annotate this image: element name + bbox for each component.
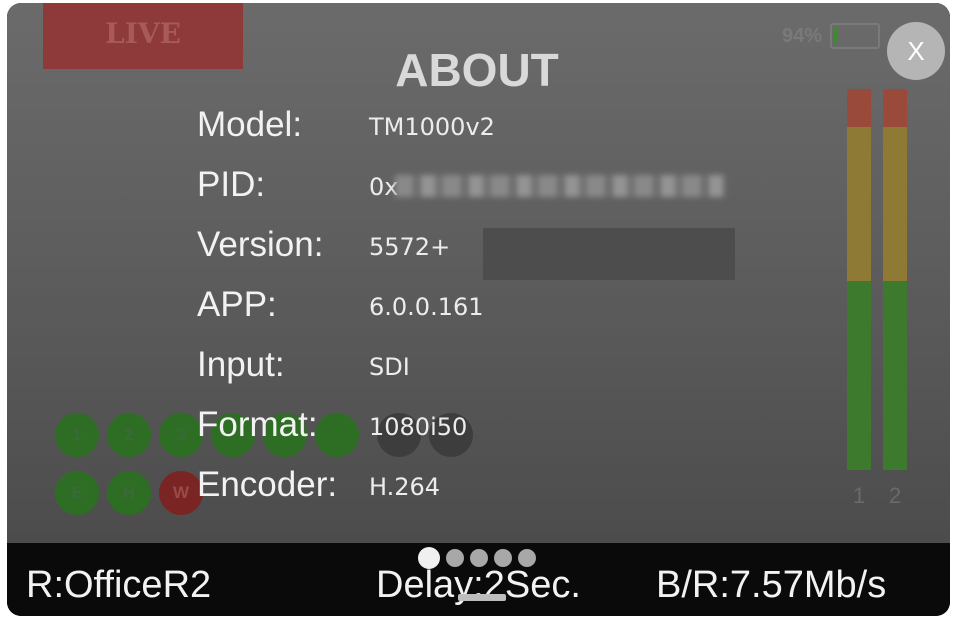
info-label: Encoder: bbox=[197, 465, 338, 504]
info-value: 0x bbox=[369, 173, 725, 201]
close-button[interactable]: X bbox=[887, 22, 945, 80]
channel-chip-6[interactable] bbox=[315, 413, 359, 457]
live-screen: LIVE 94% 1 2 1 2 3 E H W X ABOUT Model: bbox=[7, 3, 950, 543]
info-label: APP: bbox=[197, 285, 277, 324]
info-value: 1080i50 bbox=[369, 413, 468, 441]
battery-icon bbox=[830, 23, 881, 49]
info-label: Input: bbox=[197, 345, 285, 384]
battery-percent: 94% bbox=[782, 24, 823, 47]
info-label: Model: bbox=[197, 105, 303, 144]
battery-indicator: 94% bbox=[782, 23, 881, 49]
page-dot-1[interactable] bbox=[418, 547, 440, 569]
info-value: 5572+ bbox=[369, 233, 451, 261]
info-value: TM1000v2 bbox=[369, 113, 495, 141]
audio-meter-1 bbox=[847, 89, 871, 470]
mode-chip-h[interactable]: H bbox=[107, 471, 151, 515]
page-dot-4[interactable] bbox=[494, 549, 512, 567]
audio-meter-2 bbox=[883, 89, 907, 470]
info-value: 6.0.0.161 bbox=[369, 293, 484, 321]
info-label: Version: bbox=[197, 225, 324, 264]
page-indicator[interactable] bbox=[418, 547, 536, 569]
audio-meter-label-2: 2 bbox=[889, 483, 902, 508]
page-dot-3[interactable] bbox=[470, 549, 488, 567]
page-dot-5[interactable] bbox=[518, 549, 536, 567]
about-title: ABOUT bbox=[395, 44, 559, 96]
info-value: SDI bbox=[369, 353, 410, 381]
mode-chip-e[interactable]: E bbox=[55, 471, 99, 515]
channel-chip-2[interactable]: 2 bbox=[107, 413, 151, 457]
swipe-handle[interactable] bbox=[458, 594, 506, 601]
device-frame: LIVE 94% 1 2 1 2 3 E H W X ABOUT Model: bbox=[7, 3, 950, 616]
page-dot-2[interactable] bbox=[446, 549, 464, 567]
live-button[interactable]: LIVE bbox=[43, 3, 243, 69]
info-value: H.264 bbox=[369, 473, 441, 501]
receiver-label: R:OfficeR2 bbox=[26, 564, 212, 606]
bitrate-label: B/R:7.57Mb/s bbox=[656, 564, 887, 606]
info-label: Format: bbox=[197, 405, 318, 444]
battery-fill bbox=[834, 28, 838, 44]
pid-redacted bbox=[395, 175, 725, 197]
info-label: PID: bbox=[197, 165, 266, 204]
audio-meter-label-1: 1 bbox=[853, 483, 866, 508]
version-redacted bbox=[483, 228, 735, 280]
channel-chip-1[interactable]: 1 bbox=[55, 413, 99, 457]
